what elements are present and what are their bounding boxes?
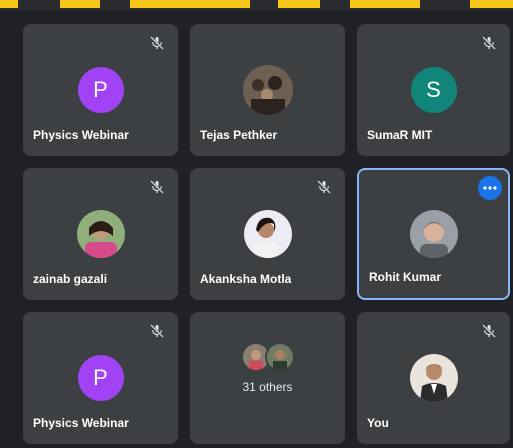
top-bar-highlight [0, 0, 18, 8]
mic-off-icon [150, 180, 164, 194]
avatar: P [77, 355, 124, 401]
mic-off-icon [482, 36, 496, 50]
avatar: P [77, 67, 124, 113]
participant-grid: P Physics Webinar Tejas Pethker S SumaR … [10, 14, 510, 444]
avatar-photo [242, 65, 293, 115]
self-tile[interactable]: You [357, 312, 510, 444]
mic-off-icon [150, 36, 164, 50]
participant-tile[interactable]: S SumaR MIT [357, 24, 510, 156]
top-bar-highlight [470, 0, 513, 8]
participant-name: Physics Webinar [33, 128, 129, 142]
avatar-initial: P [93, 77, 108, 102]
participant-tile[interactable]: Akanksha Motla [190, 168, 345, 300]
participant-name: Rohit Kumar [369, 270, 441, 284]
avatar-photo [409, 354, 458, 402]
participant-name: SumaR MIT [367, 128, 433, 142]
participant-name: You [367, 416, 389, 430]
avatar-photo [243, 210, 292, 258]
avatar: S [410, 67, 457, 113]
participant-tile[interactable]: P Physics Webinar [23, 312, 178, 444]
participant-tile-active-speaker[interactable]: Rohit Kumar [357, 168, 510, 300]
top-bar-highlight [350, 0, 420, 8]
others-count-label: 31 others [242, 380, 293, 394]
avatar-initial: P [93, 365, 108, 390]
participant-name: Physics Webinar [33, 416, 129, 430]
others-group: 31 others [190, 342, 345, 394]
others-avatars [240, 342, 295, 372]
avatar-initial: S [426, 77, 441, 102]
more-options-icon [483, 186, 497, 190]
mic-off-icon [317, 180, 331, 194]
participant-tile[interactable]: P Physics Webinar [23, 24, 178, 156]
participant-tile[interactable]: Tejas Pethker [190, 24, 345, 156]
more-options-button[interactable] [478, 176, 502, 200]
mic-off-icon [482, 324, 496, 338]
participant-name: zainab gazali [33, 272, 108, 286]
participant-name: Akanksha Motla [200, 272, 292, 286]
participant-name: Tejas Pethker [200, 128, 278, 142]
avatar-photo [264, 342, 295, 372]
mic-off-icon [150, 324, 164, 338]
top-bar-highlight [278, 0, 320, 8]
avatar-photo [76, 210, 125, 258]
top-bar-highlight [130, 0, 250, 8]
others-tile[interactable]: 31 others [190, 312, 345, 444]
avatar-photo [409, 210, 458, 258]
top-bar-strip [0, 0, 513, 10]
top-bar-highlight [60, 0, 100, 8]
participant-tile[interactable]: zainab gazali [23, 168, 178, 300]
